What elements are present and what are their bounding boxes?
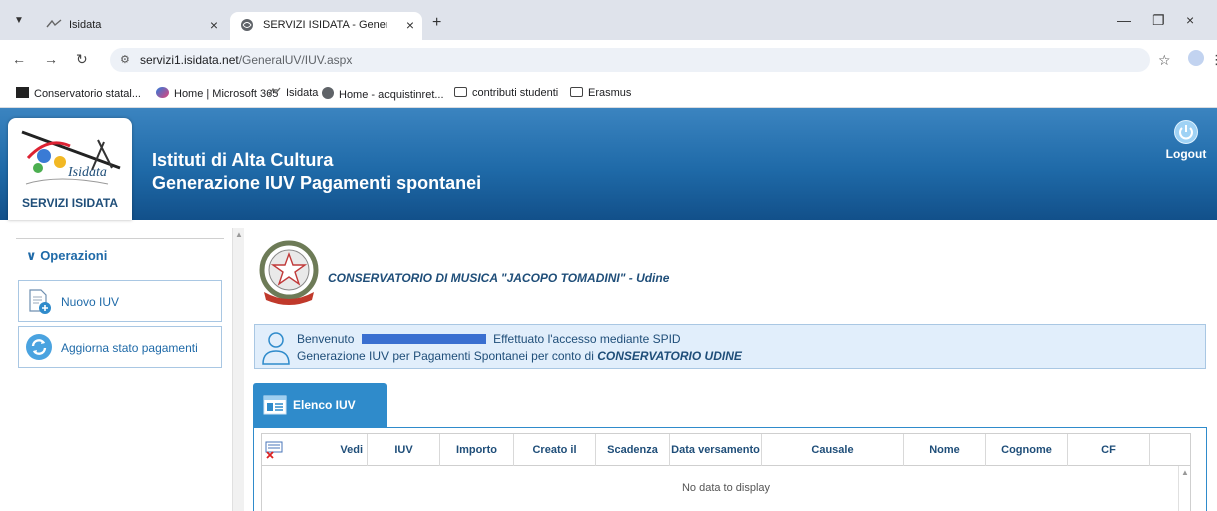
logo-label: SERVIZI ISIDATA [21, 196, 118, 210]
italian-republic-emblem-icon [256, 236, 322, 308]
sidebar-heading-operazioni[interactable]: ∨ Operazioni [26, 248, 107, 264]
sidebar-divider [16, 238, 224, 239]
folder-icon [454, 87, 467, 97]
bookmark-star-icon[interactable]: ☆ [1158, 52, 1171, 69]
url-path: /GeneralUV/IUV.aspx [238, 53, 353, 67]
svg-text:Isidata: Isidata [67, 165, 107, 180]
bookmark-acquistinrete[interactable]: Home - acquistinret... [322, 87, 444, 101]
reload-icon[interactable]: ↻ [76, 51, 88, 68]
sidebar: ∨ Operazioni Nuovo IUV Aggiorna stato pa… [0, 228, 232, 511]
grid-container: Vedi IUV Importo Creato il Scadenza Data… [253, 427, 1207, 511]
close-tab-icon[interactable]: × [406, 17, 414, 33]
minimize-icon[interactable]: — [1117, 12, 1131, 28]
app-header: Isidata SERVIZI ISIDATA Istituti di Alta… [0, 108, 1217, 220]
bookmark-isidata[interactable]: Isidata [268, 87, 318, 99]
welcome-prefix: Benvenuto [297, 332, 355, 346]
chevron-down-icon: ∨ [26, 248, 37, 263]
browser-tabstrip: ▼ Isidata × SERVIZI ISIDATA - Generazion… [0, 0, 1217, 40]
sidebar-scrollbar[interactable]: ▲ [232, 228, 244, 511]
power-icon [1174, 120, 1198, 144]
sidebar-item-label: Nuovo IUV [61, 295, 120, 309]
redacted-username [361, 334, 486, 344]
logout-button[interactable]: Logout [1164, 120, 1208, 161]
grid-header: Vedi IUV Importo Creato il Scadenza Data… [262, 434, 1190, 466]
m365-icon [156, 87, 169, 98]
site-info-icon[interactable]: ⚙ [120, 53, 130, 66]
column-header-importo[interactable]: Importo [440, 434, 514, 466]
access-method-text: Effettuato l'accesso mediante SPID [493, 332, 681, 346]
isidata-logo[interactable]: Isidata SERVIZI ISIDATA [8, 118, 132, 220]
institution-name: CONSERVATORIO DI MUSICA "JACOPO TOMADINI… [328, 271, 670, 285]
iuv-grid: Vedi IUV Importo Creato il Scadenza Data… [261, 433, 1191, 511]
column-header-vedi[interactable]: Vedi [326, 434, 368, 466]
close-tab-icon[interactable]: × [210, 17, 218, 33]
sidebar-item-nuovo-iuv[interactable]: Nuovo IUV [18, 280, 222, 322]
more-menu-icon[interactable]: ⋮ [1210, 52, 1217, 68]
black-square-icon [16, 87, 29, 98]
isidata-icon [268, 87, 281, 98]
browser-tab-servizi[interactable]: SERVIZI ISIDATA - Generazione × [230, 12, 422, 40]
bookmarks-bar: Conservatorio statal... Home | Microsoft… [0, 80, 1217, 108]
column-header-scadenza[interactable]: Scadenza [596, 434, 670, 466]
user-icon [261, 330, 291, 366]
profile-avatar-icon[interactable] [1188, 50, 1204, 66]
bookmark-contributi-studenti[interactable]: contributi studenti [454, 87, 558, 99]
column-header-cognome[interactable]: Cognome [986, 434, 1068, 466]
browser-toolbar: ← → ↻ ⚙ servizi1.isidata.net/GeneralUV/I… [0, 40, 1217, 80]
list-window-icon [263, 395, 287, 415]
new-tab-button[interactable]: + [432, 14, 441, 32]
isidata-logo-graphic-icon: Isidata [21, 130, 121, 185]
scroll-up-icon[interactable]: ▲ [235, 230, 243, 239]
url-host: servizi1.isidata.net [140, 53, 239, 67]
folder-icon [570, 87, 583, 97]
sidebar-item-label: Aggiorna stato pagamenti [61, 341, 198, 355]
tab-label: SERVIZI ISIDATA - Generazione [263, 19, 387, 31]
globe-icon [240, 18, 256, 32]
bookmark-conservatorio[interactable]: Conservatorio statal... [16, 87, 141, 100]
column-header-cf[interactable]: CF [1068, 434, 1150, 466]
globe-icon [322, 87, 334, 99]
tab-label: Isidata [69, 19, 102, 31]
header-title: Istituti di Alta Cultura [152, 150, 334, 170]
browser-tab-isidata[interactable]: Isidata × [36, 12, 226, 40]
welcome-org-name: CONSERVATORIO UDINE [597, 349, 742, 363]
logout-label: Logout [1165, 147, 1207, 161]
header-subtitle: Generazione IUV Pagamenti spontanei [152, 173, 482, 193]
tab-label: Elenco IUV [293, 398, 356, 412]
grid-scrollbar[interactable]: ▲ [1178, 466, 1190, 511]
bookmark-erasmus[interactable]: Erasmus [570, 87, 631, 99]
grid-empty-message: No data to display [681, 482, 771, 494]
column-header-nome[interactable]: Nome [904, 434, 986, 466]
scroll-up-icon[interactable]: ▲ [1181, 468, 1189, 477]
tab-elenco-iuv[interactable]: Elenco IUV [253, 383, 387, 427]
back-arrow-icon[interactable]: ← [12, 51, 26, 67]
new-document-icon [25, 287, 53, 315]
column-header-creato-il[interactable]: Creato il [514, 434, 596, 466]
sidebar-item-aggiorna-stato[interactable]: Aggiorna stato pagamenti [18, 326, 222, 368]
restore-icon[interactable]: ❐ [1152, 12, 1165, 29]
clear-filter-icon[interactable] [262, 434, 326, 466]
bookmark-microsoft365[interactable]: Home | Microsoft 365 [156, 87, 278, 100]
close-window-icon[interactable]: × [1186, 12, 1194, 28]
forward-arrow-icon[interactable]: → [44, 51, 58, 67]
main-content: CONSERVATORIO DI MUSICA "JACOPO TOMADINI… [244, 228, 1217, 511]
welcome-line2-prefix: Generazione IUV per Pagamenti Spontanei … [297, 349, 594, 363]
column-header-iuv[interactable]: IUV [368, 434, 440, 466]
column-header-data-versamento[interactable]: Data versamento [670, 434, 762, 466]
refresh-icon [25, 333, 53, 361]
welcome-panel: Benvenuto Effettuato l'accesso mediante … [254, 324, 1206, 369]
isidata-favicon-icon [46, 18, 62, 32]
address-bar[interactable]: ⚙ servizi1.isidata.net/GeneralUV/IUV.asp… [110, 48, 1150, 72]
column-header-causale[interactable]: Causale [762, 434, 904, 466]
tab-search-chevron-icon[interactable]: ▼ [10, 12, 28, 30]
